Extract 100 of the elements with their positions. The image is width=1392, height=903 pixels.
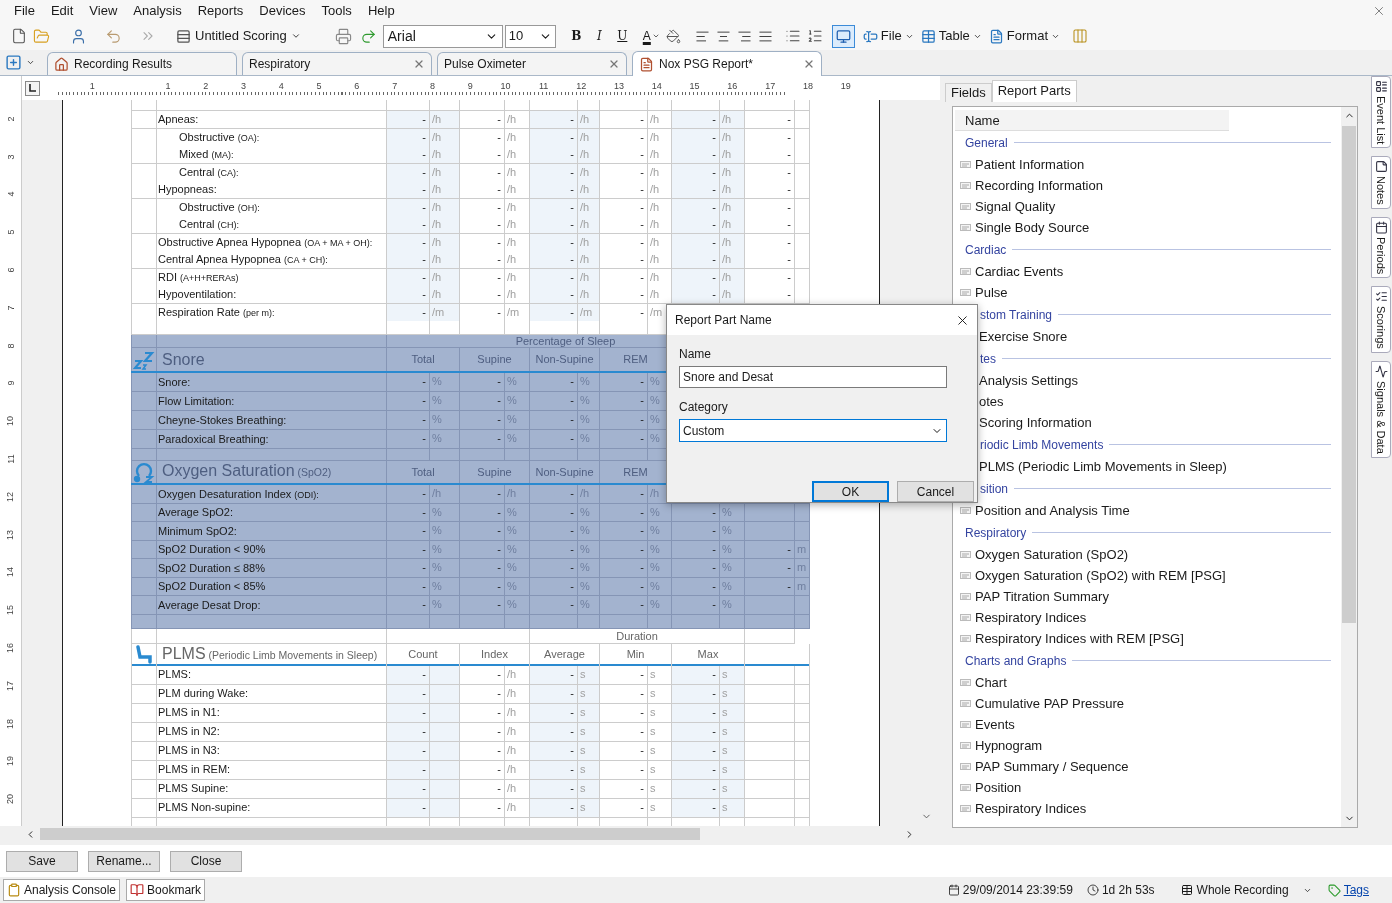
row-label: SpO2 Duration < 85%: [157, 577, 387, 596]
unit-label: %: [505, 373, 530, 392]
table-cell: -: [745, 181, 795, 199]
section-title: PLMS (Periodic Limb Movements in Sleep): [157, 643, 387, 666]
column-header: Min: [600, 643, 672, 666]
unit-label: %: [578, 577, 600, 596]
row-label: PLMS in N3:: [157, 741, 387, 761]
column-header: Supine: [460, 348, 530, 371]
table-cell: -: [460, 779, 505, 799]
unit-label: %: [505, 540, 530, 559]
ruler-number: 4: [5, 192, 16, 197]
unit-label: %: [578, 522, 600, 541]
table-cell: -: [600, 798, 648, 818]
ruler-number: 2: [5, 116, 16, 122]
category-header: Charts and Graphs: [953, 649, 1341, 672]
column-header: Non-Supine: [530, 348, 600, 371]
unit-label: %: [430, 596, 460, 615]
table-cell: -: [600, 577, 648, 596]
row-label: Mixed (MA):: [157, 146, 387, 164]
table-cell: -: [600, 251, 648, 269]
row-label: PLMS Non-supine:: [157, 798, 387, 818]
table-cell: -: [460, 268, 505, 286]
unit-label: /h: [430, 251, 460, 269]
table-cell: -: [460, 596, 505, 615]
row-label: Average SpO2:: [157, 503, 387, 522]
ruler-number: 12: [5, 491, 16, 502]
table-cell: -: [460, 303, 505, 321]
ruler-number: 10: [5, 416, 16, 427]
table-cell: -: [530, 559, 578, 578]
ruler-number: 15: [5, 605, 16, 616]
ruler-number: 8: [429, 81, 435, 93]
category-header: Respiratory: [953, 521, 1341, 544]
unit-label: %: [720, 522, 745, 541]
table-cell: -: [672, 111, 720, 129]
table-cell: -: [600, 760, 648, 780]
ruler-number: 17: [765, 81, 776, 93]
row-label: PLMS in REM:: [157, 760, 387, 780]
table-cell: -: [460, 181, 505, 199]
unit-label: %: [430, 577, 460, 596]
unit-label: %: [578, 559, 600, 578]
table-cell: -: [600, 684, 648, 704]
table-cell: -: [672, 216, 720, 234]
ruler-number: 5: [316, 81, 322, 93]
table-cell: -: [460, 741, 505, 761]
table-cell: -: [530, 251, 578, 269]
table-cell: -: [387, 540, 430, 559]
table-cell: -: [387, 485, 430, 504]
column-header: Total: [387, 348, 460, 371]
table-cell: -: [745, 577, 795, 596]
unit-label: %: [578, 540, 600, 559]
ruler-number: 4: [278, 81, 284, 93]
ruler-number: 9: [5, 380, 16, 386]
row-label: PLMS:: [157, 665, 387, 685]
table-cell: -: [530, 503, 578, 522]
table-cell: -: [530, 540, 578, 559]
table-cell: -: [387, 251, 430, 269]
ruler-number: 6: [5, 267, 16, 273]
table-cell: -: [745, 233, 795, 251]
unit-label: /h: [578, 181, 600, 199]
unit-label: /h: [720, 216, 745, 234]
row-label: SpO2 Duration < 90%: [157, 540, 387, 559]
row-label: Central (CH):: [157, 216, 387, 234]
table-cell: -: [600, 703, 648, 723]
table-cell: -: [600, 779, 648, 799]
table-cell: -: [530, 596, 578, 615]
ruler-number: 17: [5, 680, 16, 691]
table-cell: -: [745, 540, 795, 559]
unit-label: %: [505, 411, 530, 430]
table-cell: -: [600, 430, 648, 449]
table-cell: -: [745, 111, 795, 129]
unit-label: %: [720, 559, 745, 578]
table-cell: -: [745, 128, 795, 146]
table-cell: -: [745, 198, 795, 216]
ruler-number: 3: [5, 154, 16, 160]
ruler-number: 1: [165, 81, 171, 93]
unit-label: /h: [430, 216, 460, 234]
table-cell: -: [460, 722, 505, 742]
column-header: Average: [530, 643, 600, 666]
row-label: Hypopneas:: [157, 181, 387, 199]
unit-label: /h: [720, 111, 745, 129]
ruler-number: 3: [240, 81, 246, 93]
table-cell: -: [387, 411, 430, 430]
table-cell: -: [460, 703, 505, 723]
row-label: PLMS in N2:: [157, 722, 387, 742]
table-cell: -: [530, 373, 578, 392]
row-label: Apneas:: [157, 111, 387, 129]
unit-label: /h: [720, 146, 745, 164]
table-cell: -: [600, 503, 648, 522]
unit-label: %: [720, 577, 745, 596]
ruler-number: 11: [539, 81, 549, 93]
table-cell: -: [387, 373, 430, 392]
table-cell: -: [600, 485, 648, 504]
ruler-number: 6: [354, 81, 360, 93]
table-cell: -: [600, 741, 648, 761]
unit-label: %: [505, 392, 530, 411]
unit-label: %: [648, 559, 672, 578]
table-cell: -: [460, 111, 505, 129]
table-cell: -: [387, 522, 430, 541]
ruler-number: 7: [392, 81, 398, 93]
table-cell: -: [387, 430, 430, 449]
